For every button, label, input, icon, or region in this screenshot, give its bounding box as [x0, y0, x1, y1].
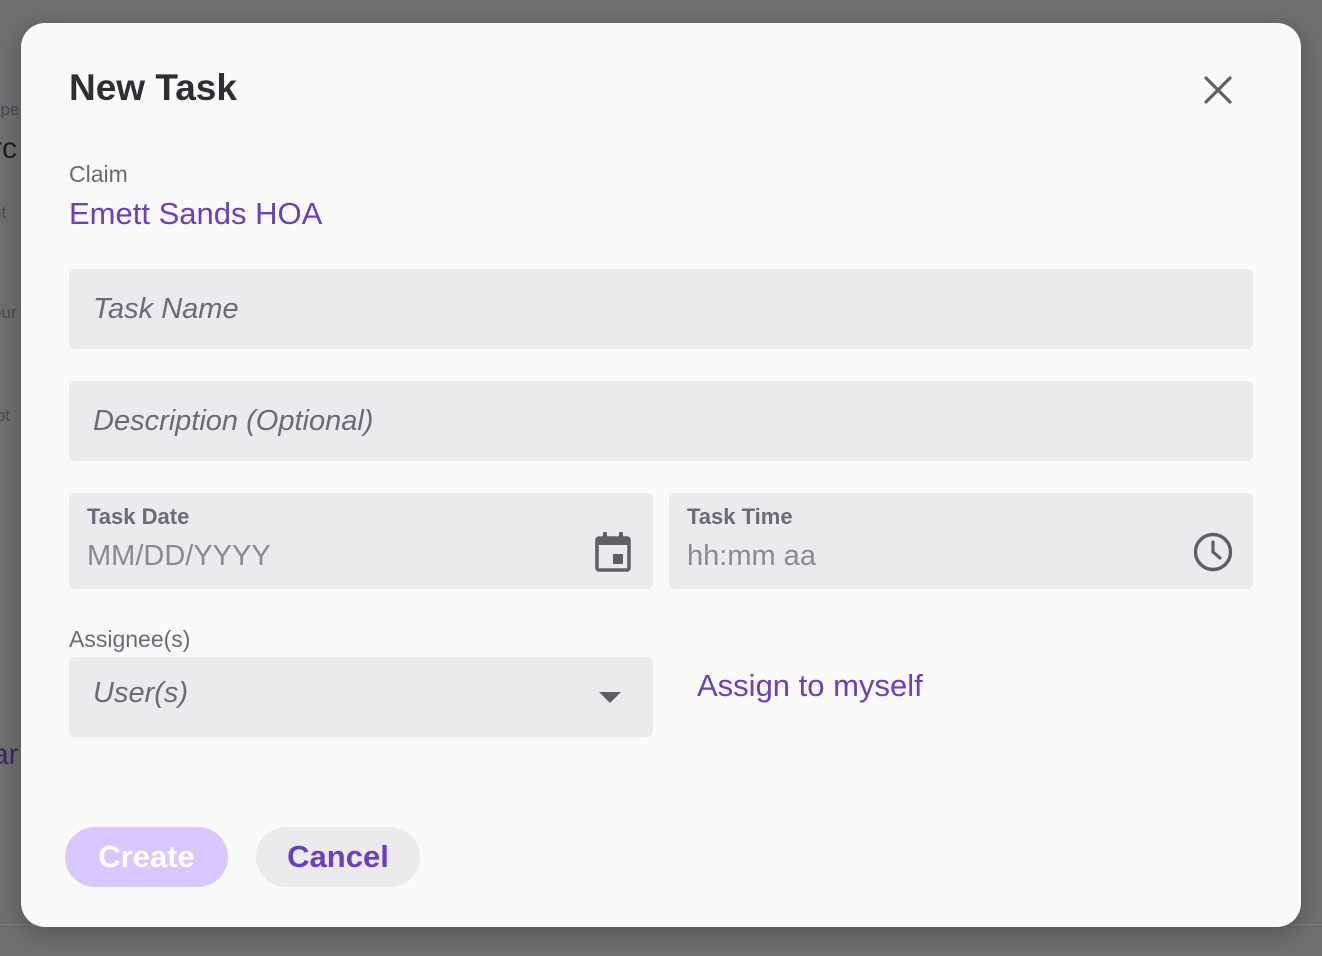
- description-input[interactable]: [69, 381, 1253, 461]
- background-text: ar: [0, 738, 19, 771]
- background-page: ype rc nt our ipt , ar: [0, 0, 22, 956]
- task-time-field: Task Time: [669, 493, 1253, 589]
- close-icon: [1204, 76, 1232, 104]
- background-text: rc: [0, 132, 17, 165]
- task-time-label: Task Time: [687, 504, 793, 529]
- background-text: our: [0, 303, 17, 322]
- assignees-select[interactable]: User(s): [69, 657, 653, 737]
- task-date-field: Task Date: [69, 493, 653, 589]
- caret-down-icon: [599, 692, 621, 703]
- task-date-label: Task Date: [87, 504, 190, 529]
- task-name-input[interactable]: [69, 269, 1253, 349]
- claim-link[interactable]: Emett Sands HOA: [69, 196, 322, 232]
- assignees-label: Assignee(s): [69, 626, 191, 652]
- clock-icon: [1193, 532, 1233, 572]
- claim-label: Claim: [69, 161, 128, 187]
- dialog-title: New Task: [69, 67, 237, 108]
- close-button[interactable]: [1197, 69, 1239, 111]
- task-name-field: [69, 269, 1253, 349]
- background-text: ipt: [0, 406, 10, 425]
- calendar-icon: [595, 532, 631, 572]
- task-date-input[interactable]: [87, 537, 567, 575]
- background-text: nt: [0, 203, 7, 222]
- task-time-input[interactable]: [687, 537, 1167, 575]
- new-task-dialog: New Task Claim Emett Sands HOA Task Date…: [21, 23, 1301, 927]
- assign-to-myself-link[interactable]: Assign to myself: [697, 668, 923, 704]
- background-text: ype: [0, 100, 20, 119]
- date-picker-button[interactable]: [592, 531, 634, 573]
- cancel-button[interactable]: Cancel: [256, 827, 420, 887]
- description-field: [69, 381, 1253, 461]
- time-picker-button[interactable]: [1192, 531, 1234, 573]
- assignees-placeholder: User(s): [93, 677, 189, 709]
- create-button[interactable]: Create: [65, 827, 228, 887]
